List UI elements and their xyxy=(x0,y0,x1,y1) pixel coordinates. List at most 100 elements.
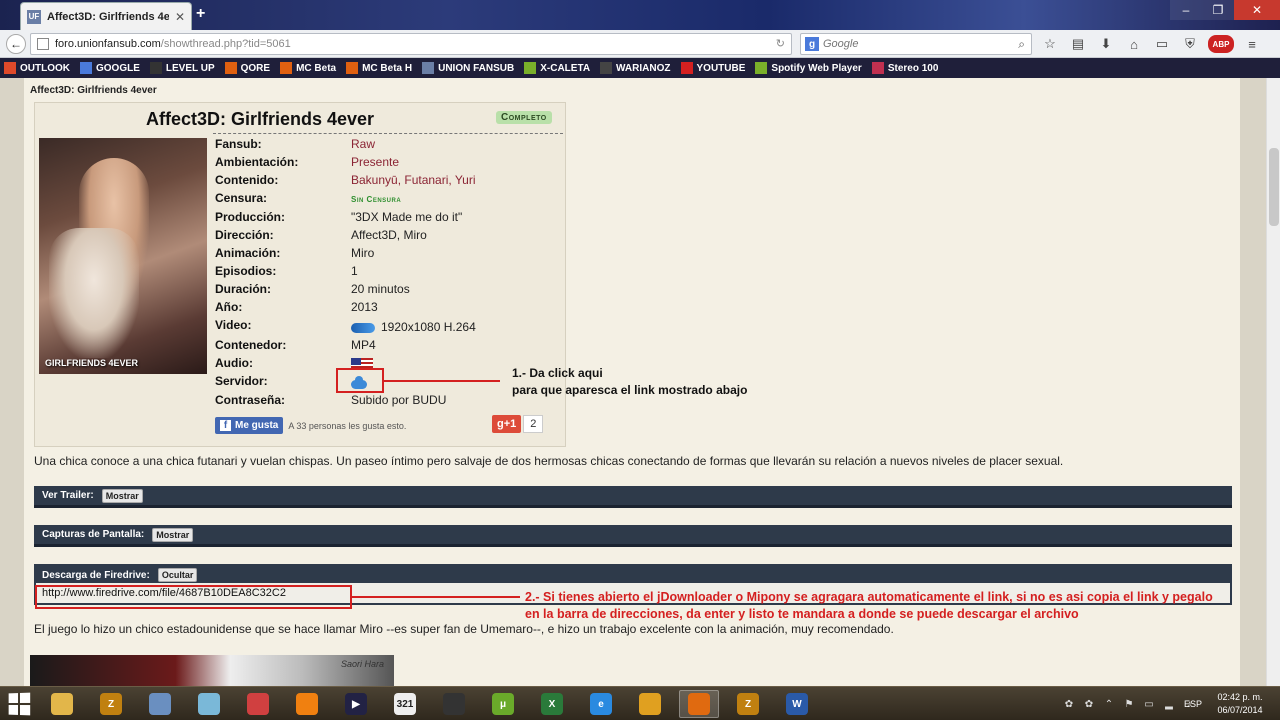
hide-download-button[interactable]: Ocultar xyxy=(157,568,198,582)
video-label: Video: xyxy=(215,318,252,332)
taskbar-utorrent[interactable]: μ xyxy=(483,690,523,718)
taskbar-vlc[interactable] xyxy=(287,690,327,718)
maximize-button[interactable]: ❐ xyxy=(1202,0,1234,20)
taskbar-notes[interactable] xyxy=(189,690,229,718)
synopsis: Una chica conoce a una chica futanari y … xyxy=(34,454,1064,468)
like-button[interactable]: f Me gusta xyxy=(215,417,284,434)
bookmark-1[interactable]: GOOGLE xyxy=(80,62,140,74)
tab-close-icon[interactable]: ✕ xyxy=(175,10,185,24)
bookmark-11[interactable]: Stereo 100 xyxy=(871,62,938,74)
bookmark-label: MC Beta H xyxy=(362,62,413,74)
tray-app-icon-2[interactable]: ✿ xyxy=(1082,697,1096,711)
show-screenshots-button[interactable]: Mostrar xyxy=(152,527,194,542)
browser-tab[interactable]: UF Affect3D: Girlfriends 4ever ... ✕ xyxy=(20,2,192,30)
bookmark-star-icon[interactable]: ☆ xyxy=(1040,35,1060,53)
bookmark-label: X-CALETA xyxy=(540,62,591,74)
taskbar-z-app[interactable]: Z xyxy=(91,690,131,718)
bookmark-6[interactable]: UNION FANSUB xyxy=(422,62,514,74)
bookmark-7[interactable]: X-CALETA xyxy=(524,62,590,74)
ambientacion-value[interactable]: Presente xyxy=(351,155,399,169)
bookmark-label: WARIANOZ xyxy=(616,62,671,74)
scrollbar-thumb[interactable] xyxy=(1269,148,1279,226)
warianoz-icon xyxy=(600,62,613,74)
search-input[interactable] xyxy=(823,38,1003,50)
bookmark-3[interactable]: QORE xyxy=(224,62,271,74)
taskbar-firefox[interactable] xyxy=(679,690,719,718)
computer-icon xyxy=(149,693,171,715)
show-trailer-button[interactable]: Mostrar xyxy=(101,488,143,503)
stereo-icon xyxy=(871,62,884,74)
search-box[interactable]: g ⌕ xyxy=(800,33,1032,55)
taskbar-paint[interactable] xyxy=(238,690,278,718)
flag-icon[interactable]: ⚑ xyxy=(1122,697,1136,711)
page-scrollbar[interactable] xyxy=(1266,78,1280,686)
gplus-button[interactable]: g+1 xyxy=(492,415,522,433)
adblock-icon[interactable]: ABP xyxy=(1208,35,1234,53)
taskbar-ie[interactable]: e xyxy=(581,690,621,718)
tray-app-icon[interactable]: ✿ xyxy=(1062,697,1076,711)
excel-icon: X xyxy=(541,693,563,715)
youtube-icon xyxy=(680,62,693,74)
reload-icon[interactable]: ↻ xyxy=(776,37,785,50)
taskbar-computer[interactable] xyxy=(140,690,180,718)
bookmark-9[interactable]: YOUTUBE xyxy=(680,62,745,74)
vlc-icon xyxy=(296,693,318,715)
bookmark-8[interactable]: WARIANOZ xyxy=(600,62,671,74)
clock[interactable]: 02:42 p. m. 06/07/2014 xyxy=(1208,691,1272,717)
address-bar[interactable]: foro.unionfansub.com/showthread.php?tid=… xyxy=(30,33,792,55)
window-icon[interactable]: ▭ xyxy=(1152,35,1172,53)
taskbar-media[interactable]: ▶ xyxy=(336,690,376,718)
start-button[interactable] xyxy=(8,692,31,716)
fansub-value[interactable]: Raw xyxy=(351,137,375,151)
bookmark-4[interactable]: MC Beta xyxy=(280,62,336,74)
bookmark-2[interactable]: LEVEL UP xyxy=(149,62,215,74)
bookmark-10[interactable]: Spotify Web Player xyxy=(755,62,862,74)
taskbar-word[interactable]: W xyxy=(777,690,817,718)
servidor-label: Servidor: xyxy=(215,374,268,388)
search-icon[interactable]: ⌕ xyxy=(1018,37,1025,52)
close-window-button[interactable]: ✕ xyxy=(1234,0,1280,20)
trailer-label: Ver Trailer: xyxy=(42,490,94,501)
menu-icon[interactable]: ≡ xyxy=(1242,35,1262,53)
minimize-button[interactable]: – xyxy=(1170,0,1202,20)
system-tray: ✿ ✿ ⌃ ⚑ ▭ ▂ ♪ xyxy=(1062,697,1196,711)
anio-label: Año: xyxy=(215,300,243,314)
new-tab-button[interactable]: + xyxy=(196,5,205,23)
mc-icon xyxy=(280,62,293,74)
back-arrow-icon: ← xyxy=(10,37,22,51)
divider xyxy=(213,133,563,134)
contenido-value[interactable]: Bakunyū, Futanari, Yuri xyxy=(351,173,476,187)
back-button[interactable]: ← xyxy=(6,34,26,54)
reading-list-icon[interactable]: ▤ xyxy=(1068,35,1088,53)
bookmark-label: LEVEL UP xyxy=(165,62,215,74)
tab-bar: UF Affect3D: Girlfriends 4ever ... ✕ + –… xyxy=(0,0,1280,30)
anime-info-box: Affect3D: Girlfriends 4ever Completo GIR… xyxy=(34,102,566,447)
cover-image: GIRLFRIENDS 4EVER xyxy=(39,138,207,374)
wifi-icon[interactable]: ▂ xyxy=(1162,697,1176,711)
taskbar-excel[interactable]: X xyxy=(532,690,572,718)
facebook-like: f Me gusta A 33 personas les gusta esto. xyxy=(215,417,406,434)
home-icon[interactable]: ⌂ xyxy=(1124,35,1144,53)
language-indicator[interactable]: ESP xyxy=(1184,699,1202,709)
taskbar-explorer[interactable] xyxy=(42,690,82,718)
audio-label: Audio: xyxy=(215,356,253,370)
shield-icon[interactable]: ⛨ xyxy=(1180,35,1200,53)
chrome-icon xyxy=(639,693,661,715)
taskbar-chrome[interactable] xyxy=(630,690,670,718)
google-plus: g+1 2 xyxy=(492,415,544,433)
annotation-box-server xyxy=(336,368,384,393)
taskbar-calendar[interactable]: 321 xyxy=(385,690,425,718)
taskbar-z-app-2[interactable]: Z xyxy=(728,690,768,718)
uf-icon xyxy=(422,62,435,74)
bookmark-0[interactable]: OUTLOOK xyxy=(4,62,70,74)
download-icon[interactable]: ⬇ xyxy=(1096,35,1116,53)
monitor-icon[interactable]: ▭ xyxy=(1142,697,1156,711)
annotation-step-1: 1.- Da click aqui para que aparesca el l… xyxy=(512,365,747,399)
bookmark-label: QORE xyxy=(240,62,271,74)
taskbar-movie[interactable] xyxy=(434,690,474,718)
xcaleta-icon xyxy=(524,62,537,74)
chevron-up-icon[interactable]: ⌃ xyxy=(1102,697,1116,711)
bookmark-5[interactable]: MC Beta H xyxy=(346,62,412,74)
episodios-value: 1 xyxy=(351,264,358,278)
toolbar-icons: ☆ ▤ ⬇ ⌂ ▭ ⛨ ABP ≡ xyxy=(1040,35,1262,53)
